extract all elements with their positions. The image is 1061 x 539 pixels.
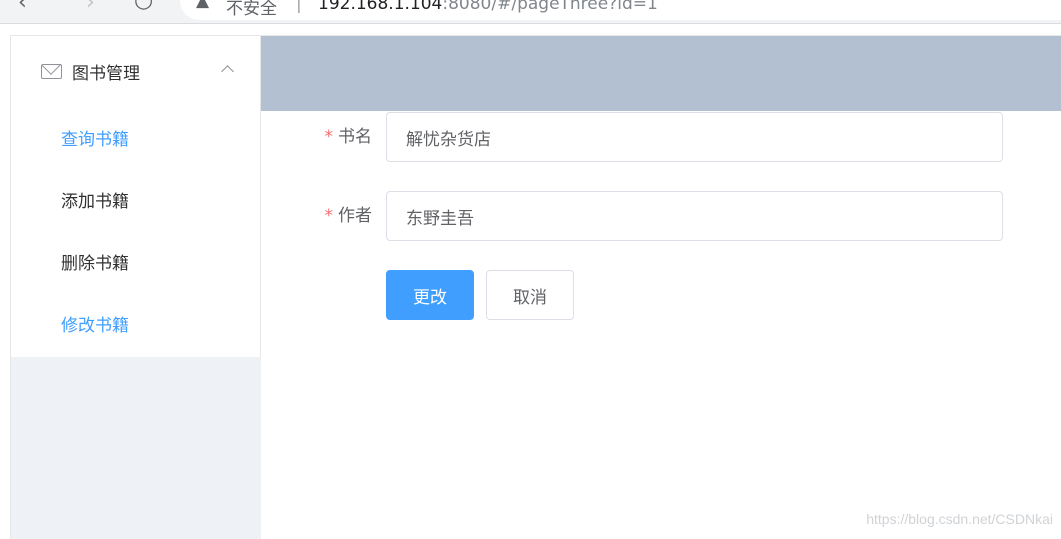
address-separator: | [296,0,302,14]
sidebar-item-delete-book[interactable]: 删除书籍 [11,230,260,292]
sidebar-menu: 图书管理 查询书籍 添加书籍 删除书籍 修改书籍 [11,36,261,357]
required-asterisk: * [324,127,334,147]
forward-arrow-icon[interactable]: › [86,0,95,14]
book-name-label: * 书名 [324,127,373,147]
browser-toolbar: ‹ › ○ ▲ 不安全 | 192.168.1.104:8080/#/pageT… [0,0,1061,24]
sidebar-item-edit-book[interactable]: 修改书籍 [11,292,260,354]
warning-icon[interactable]: ▲ [196,0,209,11]
url-text[interactable]: 192.168.1.104:8080/#/pageThree?id=1 [318,0,658,14]
submenu-title-label: 图书管理 [72,63,140,84]
sidebar: 图书管理 查询书籍 添加书籍 删除书籍 修改书籍 [10,35,261,539]
not-secure-label[interactable]: 不安全 [226,0,277,19]
reload-icon[interactable]: ○ [134,0,153,12]
form-item-author: * 作者 [261,191,1061,241]
watermark: https://blog.csdn.net/CSDNkai [866,511,1053,527]
url-host: 192.168.1.104 [318,0,443,14]
author-input[interactable] [386,191,1003,241]
submenu-book-management[interactable]: 图书管理 [11,36,260,106]
book-name-input[interactable] [386,112,1003,162]
mail-icon [41,63,62,79]
update-button[interactable]: 更改 [386,270,474,320]
url-path: :8080/#/pageThree?id=1 [442,0,658,14]
page-header [261,35,1061,111]
sidebar-item-add-book[interactable]: 添加书籍 [11,168,260,230]
back-arrow-icon[interactable]: ‹ [18,0,27,14]
cancel-button[interactable]: 取消 [486,270,574,320]
sidebar-item-query-books[interactable]: 查询书籍 [11,106,260,168]
form-item-book-name: * 书名 [261,112,1061,162]
author-label: * 作者 [324,206,373,226]
required-asterisk: * [324,206,334,226]
chevron-up-icon [221,65,234,78]
